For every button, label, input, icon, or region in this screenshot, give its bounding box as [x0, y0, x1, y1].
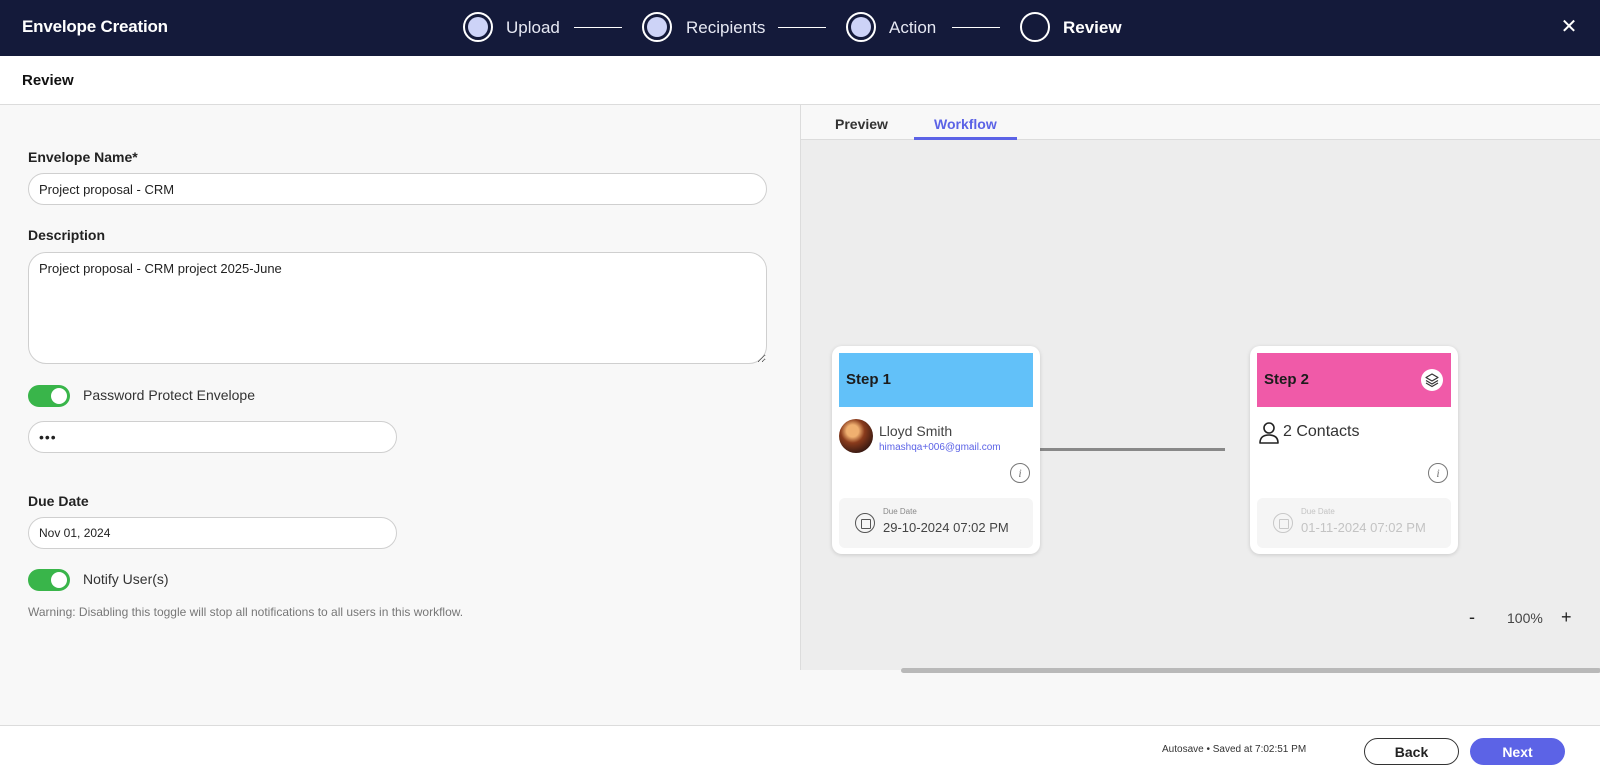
password-input[interactable]	[28, 421, 397, 453]
tab-workflow[interactable]: Workflow	[934, 116, 997, 132]
step-complete-icon	[468, 17, 488, 37]
notify-warning: Warning: Disabling this toggle will stop…	[28, 605, 464, 619]
step-connector	[952, 27, 1000, 28]
step-review-circle[interactable]	[1020, 12, 1050, 42]
toggle-knob	[51, 388, 67, 404]
step-recipients-label[interactable]: Recipients	[686, 18, 765, 38]
contacts-count: 2 Contacts	[1283, 423, 1360, 440]
step-upload-label[interactable]: Upload	[506, 18, 560, 38]
next-button[interactable]: Next	[1470, 738, 1565, 765]
avatar	[839, 419, 873, 453]
envelope-form: Envelope Name* Description Project propo…	[0, 105, 800, 725]
back-button[interactable]: Back	[1364, 738, 1459, 765]
step-1-header: Step 1	[839, 353, 1033, 407]
due-date-value: 29-10-2024 07:02 PM	[883, 520, 1009, 535]
step-upload-circle[interactable]	[463, 12, 493, 42]
step-1-due-date: Due Date 29-10-2024 07:02 PM	[839, 498, 1033, 548]
step-complete-icon	[851, 17, 871, 37]
sub-header: Review	[0, 56, 1600, 105]
calendar-icon	[1273, 513, 1293, 533]
step-connector	[778, 27, 826, 28]
notify-users-label: Notify User(s)	[83, 571, 169, 587]
envelope-name-label: Envelope Name*	[28, 149, 138, 165]
workflow-step-1-card[interactable]: Step 1 Lloyd Smith himashqa+006@gmail.co…	[832, 346, 1040, 554]
top-bar: Envelope Creation Upload Recipients Acti…	[0, 0, 1600, 56]
recipient-name: Lloyd Smith	[879, 423, 953, 439]
autosave-status: Autosave • Saved at 7:02:51 PM	[1162, 744, 1307, 755]
step-connector	[574, 27, 622, 28]
workflow-panel: Preview Workflow Step 1 Lloyd Smith hima…	[800, 105, 1600, 673]
description-label: Description	[28, 227, 106, 243]
step-2-header: Step 2	[1257, 353, 1451, 407]
step-action-circle[interactable]	[846, 12, 876, 42]
step-1-title: Step 1	[846, 371, 892, 388]
notify-users-toggle[interactable]	[28, 569, 70, 591]
active-tab-indicator	[914, 137, 1017, 140]
due-date-label: Due Date	[28, 493, 89, 509]
recipient-email: himashqa+006@gmail.com	[879, 442, 1001, 453]
step-2-due-date: Due Date 01-11-2024 07:02 PM	[1257, 498, 1451, 548]
app-title: Envelope Creation	[22, 17, 168, 36]
zoom-out-button[interactable]: -	[1469, 608, 1475, 626]
due-date-caption: Due Date	[1301, 507, 1335, 516]
step-review-label[interactable]: Review	[1063, 18, 1122, 38]
page-title: Review	[22, 72, 74, 89]
step-complete-icon	[647, 17, 667, 37]
layers-icon[interactable]	[1421, 369, 1443, 391]
step-2-title: Step 2	[1264, 371, 1310, 388]
info-icon[interactable]: i	[1010, 463, 1030, 483]
step-recipients-circle[interactable]	[642, 12, 672, 42]
toggle-knob	[51, 572, 67, 588]
footer: Autosave • Saved at 7:02:51 PM Back Next	[0, 725, 1600, 769]
workflow-connector	[1039, 448, 1225, 451]
password-protect-toggle[interactable]	[28, 385, 70, 407]
envelope-name-input[interactable]	[28, 173, 767, 205]
calendar-icon	[855, 513, 875, 533]
zoom-in-button[interactable]: +	[1561, 608, 1572, 626]
zoom-level: 100%	[1507, 610, 1543, 626]
workflow-step-2-card[interactable]: Step 2 2 Contacts i Due Date 01-11-2024 …	[1250, 346, 1458, 554]
close-icon[interactable]: ✕	[1558, 16, 1580, 38]
description-textarea[interactable]: Project proposal - CRM project 2025-June	[28, 252, 767, 364]
due-date-value: 01-11-2024 07:02 PM	[1301, 520, 1426, 535]
panel-tabs: Preview Workflow	[801, 105, 1600, 140]
password-protect-label: Password Protect Envelope	[83, 387, 255, 403]
due-date-caption: Due Date	[883, 507, 917, 516]
zoom-control: - 100% +	[1461, 605, 1581, 631]
tab-preview[interactable]: Preview	[835, 116, 888, 132]
step-action-label[interactable]: Action	[889, 18, 936, 38]
due-date-input[interactable]	[28, 517, 397, 549]
horizontal-scrollbar[interactable]	[901, 668, 1600, 673]
info-icon[interactable]: i	[1428, 463, 1448, 483]
person-icon	[1259, 422, 1279, 444]
